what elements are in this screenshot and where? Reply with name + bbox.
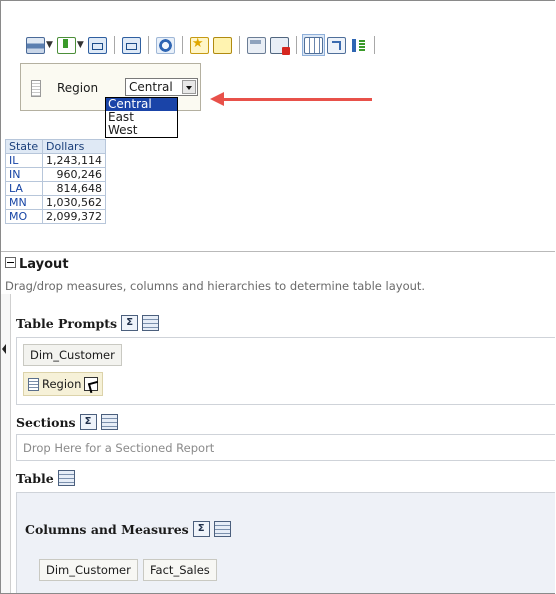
properties-icon[interactable] [84, 377, 99, 391]
chevron-down-icon: ▼ [46, 40, 53, 50]
layout-title: Layout [19, 257, 69, 272]
refresh-button[interactable] [155, 35, 176, 55]
xyz-icon[interactable] [57, 470, 75, 486]
columns-measures-title: Columns and Measures [25, 521, 189, 537]
sigma-icon[interactable]: Σ [79, 414, 97, 430]
sort-button[interactable] [349, 35, 368, 55]
filter-icon [121, 36, 141, 54]
table-title: Table [16, 470, 54, 486]
results-table: State Dollars IL 1,243,114 IN 960,246 LA 81… [5, 139, 106, 224]
table-row: IL 1,243,114 [5, 153, 106, 168]
export-button[interactable]: ▼ [56, 35, 85, 55]
remove-view-button[interactable] [269, 35, 290, 55]
dollars-cell: 960,246 [42, 167, 106, 182]
columns-measures-area[interactable]: Columns and Measures Σ Dim_Customer Fact… [16, 492, 555, 593]
fact-sales-column-group: Fact_Sales [143, 559, 217, 581]
edit-view-button[interactable] [246, 35, 267, 55]
region-prompt-item[interactable]: Region [23, 372, 104, 396]
dollars-cell: 814,648 [42, 181, 106, 196]
table-row: LA 814,648 [5, 181, 106, 196]
sections-header: Sections Σ [16, 414, 118, 430]
state-cell: IL [5, 153, 43, 168]
table-prompts-title: Table Prompts [16, 315, 118, 331]
pivot-button[interactable] [326, 35, 347, 55]
columns-measures-header: Columns and Measures Σ [25, 521, 231, 537]
remove-view-icon [269, 36, 290, 55]
dim-customer-column-group: Dim_Customer [39, 559, 138, 581]
state-cell: MN [5, 195, 43, 210]
table-prompts-drop-area[interactable]: Dim_Customer Region [16, 337, 555, 405]
layout-panel: Layout Drag/drop measures, columns and h… [1, 251, 555, 593]
xyz-icon[interactable] [213, 521, 231, 537]
state-cell: IN [5, 167, 43, 182]
table-view-button[interactable] [301, 34, 325, 56]
sigma-icon[interactable]: Σ [192, 521, 210, 537]
sigma-icon[interactable]: Σ [121, 315, 139, 331]
region-label: Region [57, 81, 99, 95]
layout-header[interactable]: Layout [5, 257, 69, 272]
table-header: Table [16, 470, 75, 486]
pivot-icon [326, 36, 346, 54]
preview-button[interactable] [87, 35, 108, 55]
export-icon [56, 36, 76, 54]
column-header-dollars[interactable]: Dollars [42, 139, 106, 154]
toolbar-separator [373, 36, 375, 54]
pane-splitter[interactable] [1, 294, 11, 593]
table-row: MN 1,030,562 [5, 195, 106, 210]
toolbar-separator [295, 36, 297, 54]
column-header-state[interactable]: State [5, 139, 43, 154]
toolbar-separator [113, 36, 115, 54]
dollars-cell: 1,030,562 [42, 195, 106, 210]
analysis-editor: ▼ ▼ Region Central Central East West [0, 0, 555, 594]
filter-button[interactable] [121, 35, 142, 55]
toolbar-separator [147, 36, 149, 54]
column-icon [28, 377, 39, 391]
dollars-cell: 1,243,114 [42, 153, 106, 168]
print-icon [26, 36, 45, 54]
table-header-row: State Dollars [5, 139, 106, 154]
xyz-icon[interactable] [142, 315, 160, 331]
drag-handle-icon[interactable] [31, 80, 41, 97]
state-cell: MO [5, 209, 43, 224]
toolbar: ▼ ▼ [25, 34, 379, 56]
table-row: MO 2,099,372 [5, 209, 106, 224]
analysis-properties-icon [212, 36, 232, 54]
print-button[interactable]: ▼ [25, 35, 54, 55]
region-option-west[interactable]: West [106, 124, 177, 137]
chevron-down-icon[interactable] [182, 80, 196, 94]
analysis-properties-button[interactable] [212, 35, 233, 55]
region-dropdown-list: Central East West [105, 97, 178, 138]
region-item-label: Region [42, 377, 82, 391]
table-view-icon [303, 36, 323, 54]
new-view-button[interactable] [189, 35, 210, 55]
edit-view-icon [246, 36, 266, 54]
dim-customer-group: Dim_Customer [23, 344, 122, 366]
region-select[interactable]: Central [125, 78, 198, 96]
region-select-value: Central [129, 80, 173, 94]
table-row: IN 960,246 [5, 167, 106, 182]
annotation-arrow [210, 92, 372, 106]
sections-drop-area[interactable]: Drop Here for a Sectioned Report [16, 434, 555, 461]
state-cell: LA [5, 181, 43, 196]
sort-icon [349, 37, 367, 53]
table-prompts-header: Table Prompts Σ [16, 315, 160, 331]
chevron-down-icon: ▼ [76, 40, 84, 50]
collapse-icon[interactable] [5, 257, 16, 268]
new-view-icon [189, 36, 209, 54]
toolbar-separator [181, 36, 183, 54]
xyz-icon[interactable] [100, 414, 118, 430]
sections-title: Sections [16, 414, 76, 430]
dollars-cell: 2,099,372 [42, 209, 106, 224]
refresh-icon [155, 36, 175, 54]
toolbar-separator [238, 36, 240, 54]
layout-hint: Drag/drop measures, columns and hierarch… [5, 279, 426, 293]
preview-icon [87, 36, 107, 54]
